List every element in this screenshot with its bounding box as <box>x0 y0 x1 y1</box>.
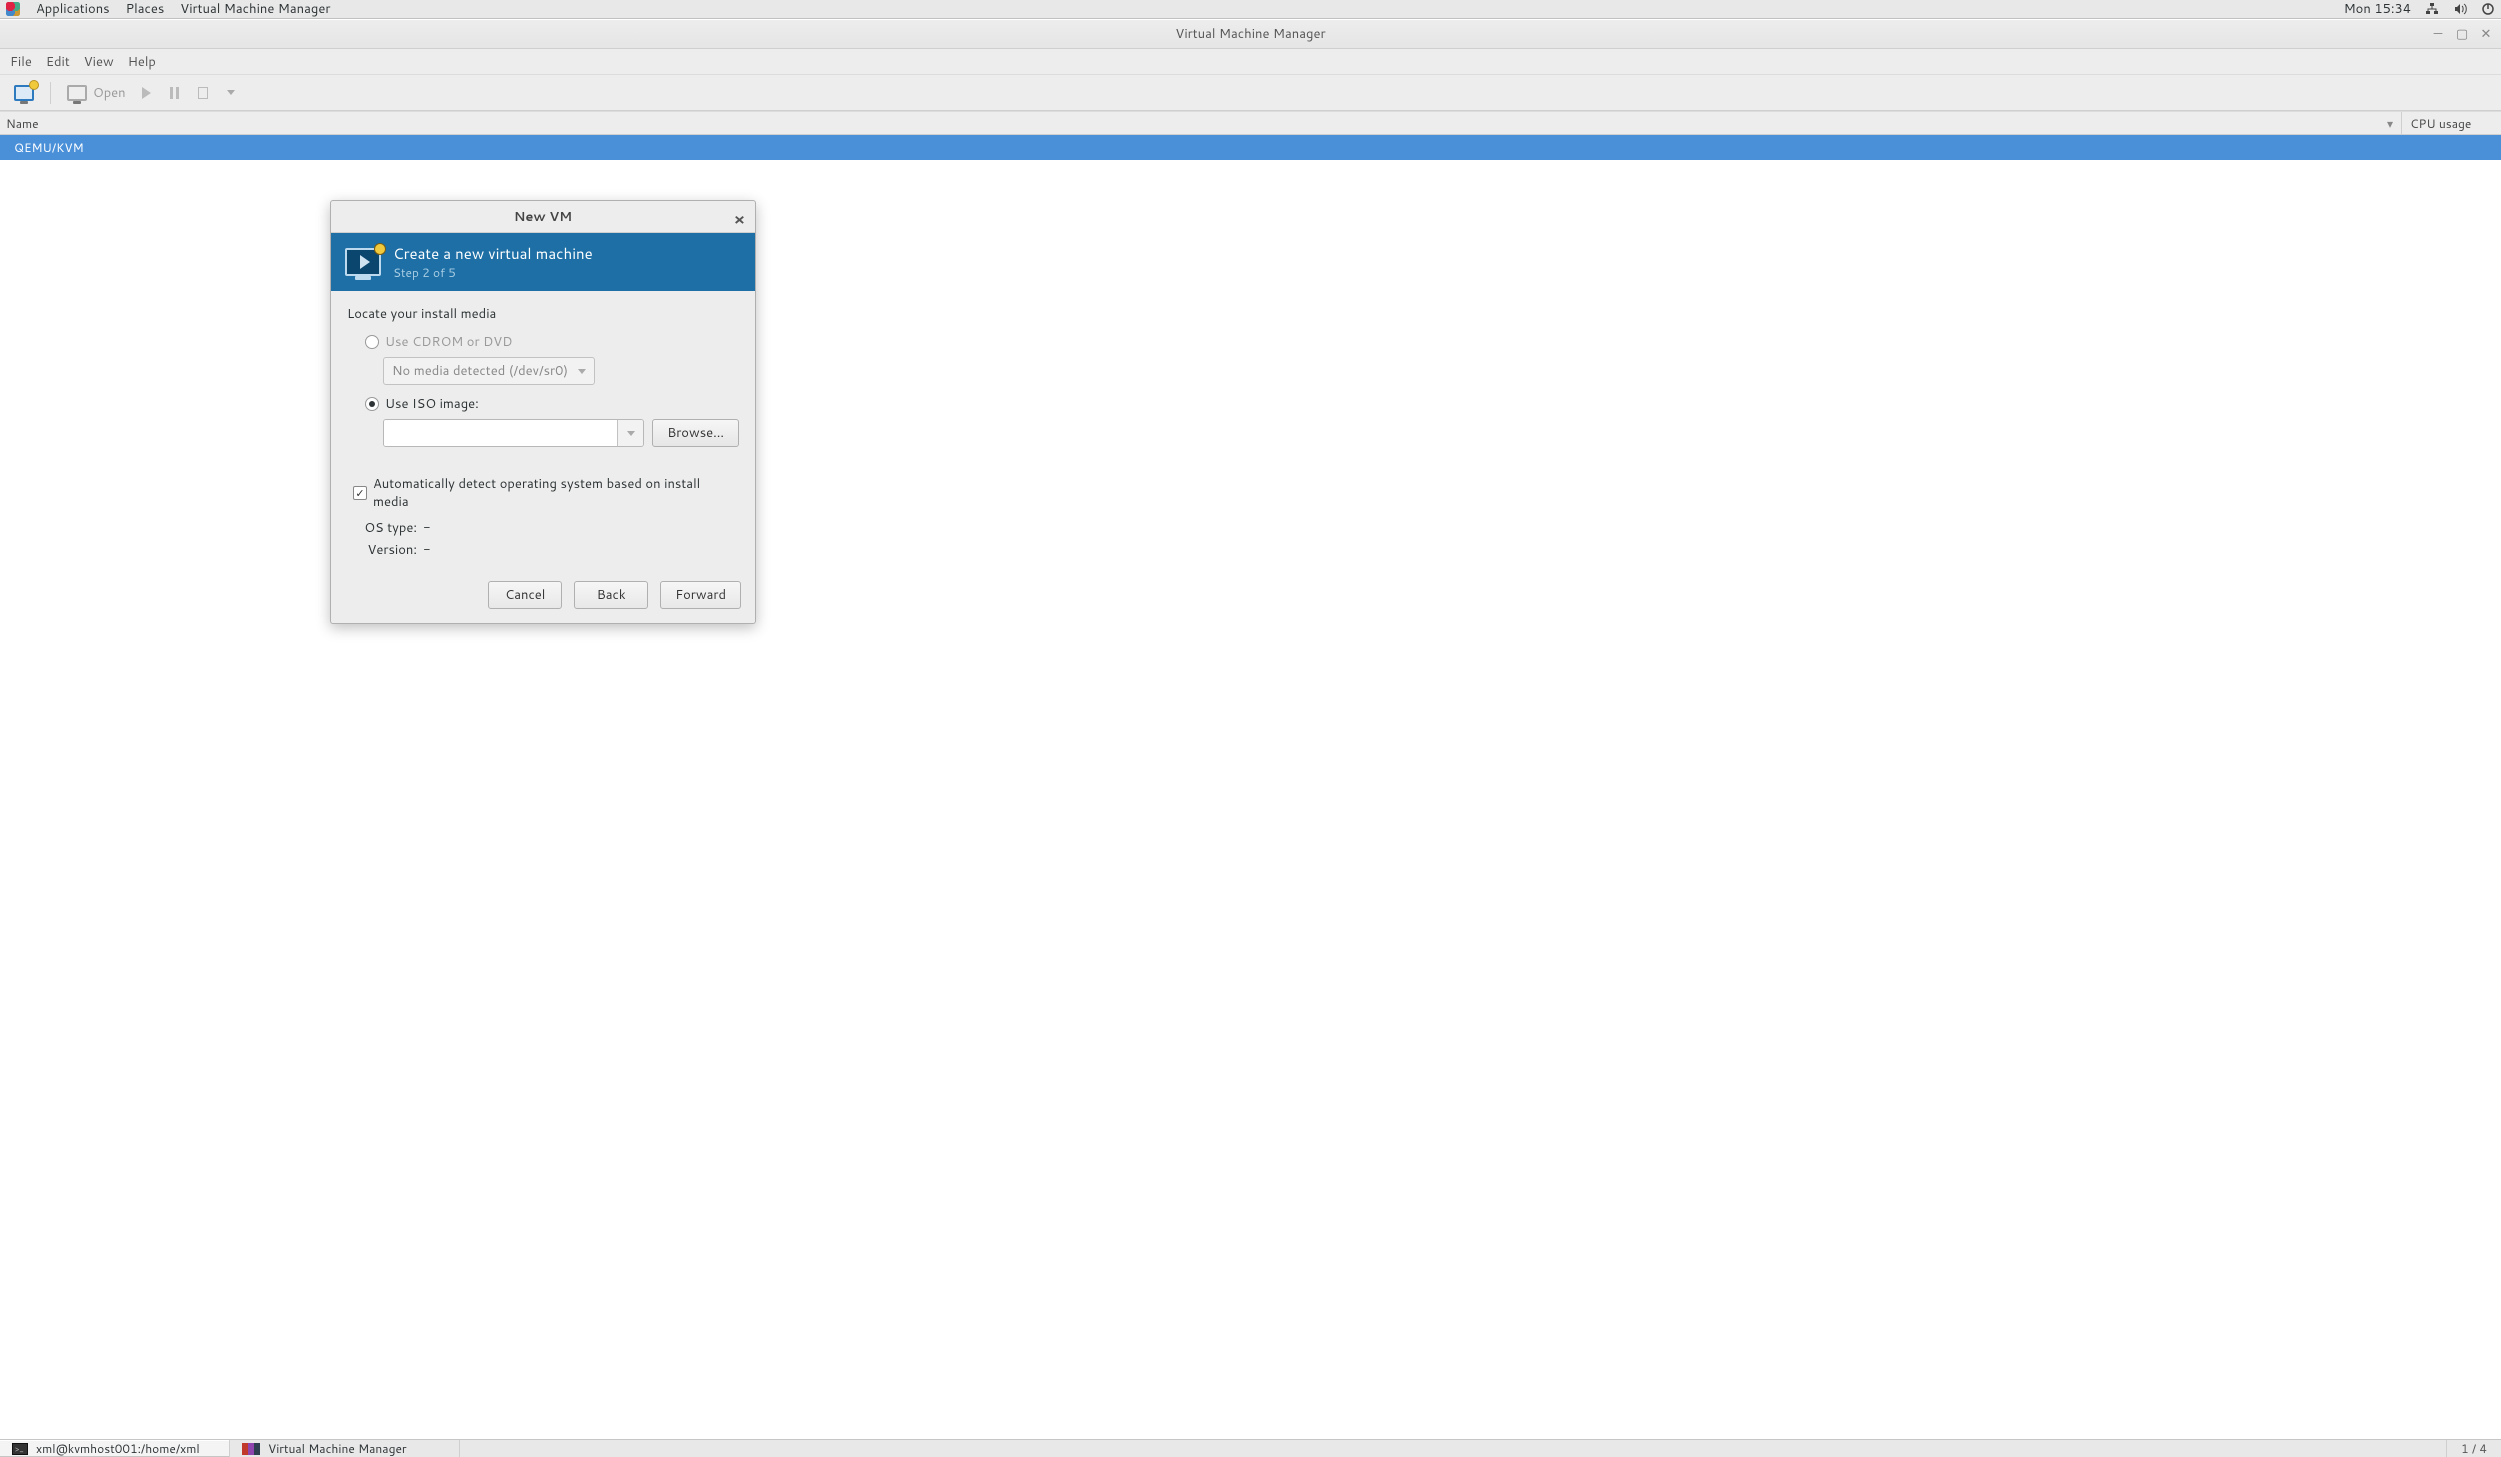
autodetect-checkbox-row[interactable]: Automatically detect operating system ba… <box>353 475 739 511</box>
menu-file[interactable]: File <box>10 53 32 71</box>
task-vmm[interactable]: Virtual Machine Manager <box>230 1440 460 1457</box>
radio-iso-label: Use ISO image: <box>385 395 479 413</box>
run-button[interactable] <box>136 81 158 105</box>
window-close-icon[interactable]: ✕ <box>2479 27 2493 41</box>
taskbar: xml@kvmhost001:/home/xml Virtual Machine… <box>0 1439 2501 1457</box>
back-label: Back <box>597 586 626 604</box>
connection-label: QEMU/KVM <box>14 139 84 156</box>
power-icon[interactable] <box>2481 2 2495 16</box>
workspace-indicator[interactable]: 1 / 4 <box>2446 1440 2501 1457</box>
version-label: Version: <box>361 541 417 559</box>
menu-view[interactable]: View <box>84 53 114 71</box>
os-type-label: OS type: <box>361 519 417 537</box>
stop-icon <box>198 87 208 99</box>
vm-list-empty-area: New VM × Create a new virtual machine St… <box>0 160 2501 1439</box>
sort-icon: ▾ <box>2387 115 2393 132</box>
dialog-title: New VM <box>514 208 572 226</box>
vm-list-header: Name ▾ CPU usage <box>0 111 2501 135</box>
back-button[interactable]: Back <box>574 581 648 609</box>
browse-label: Browse... <box>667 424 724 442</box>
chevron-down-icon <box>578 369 586 374</box>
cdrom-device-combo[interactable]: No media detected (/dev/sr0) <box>383 357 595 385</box>
open-vm-button[interactable]: Open <box>63 81 130 105</box>
gnome-topbar: Applications Places Virtual Machine Mana… <box>0 0 2501 19</box>
radio-iso[interactable]: Use ISO image: <box>365 395 739 413</box>
vmm-icon <box>242 1443 260 1455</box>
vmm-titlebar: Virtual Machine Manager — ▢ ✕ <box>0 19 2501 49</box>
open-label: Open <box>93 84 126 102</box>
chevron-down-icon <box>627 431 635 436</box>
os-type-value: - <box>423 519 431 537</box>
chevron-down-icon <box>227 90 235 95</box>
dialog-close-button[interactable]: × <box>734 208 745 231</box>
vmm-window: Virtual Machine Manager — ▢ ✕ File Edit … <box>0 19 2501 1439</box>
shutdown-menu-button[interactable] <box>220 81 242 105</box>
clock[interactable]: Mon 15:34 <box>2344 0 2411 18</box>
os-info: OS type: - Version: - <box>361 519 739 559</box>
cdrom-device-value: No media detected (/dev/sr0) <box>392 362 568 380</box>
column-name[interactable]: Name ▾ <box>0 112 2401 134</box>
checkbox-checked-icon <box>353 486 367 500</box>
iso-path-input[interactable] <box>384 420 617 446</box>
task-terminal-label: xml@kvmhost001:/home/xml <box>36 1440 200 1457</box>
task-terminal[interactable]: xml@kvmhost001:/home/xml <box>0 1440 230 1457</box>
connection-row[interactable]: QEMU/KVM <box>0 135 2501 160</box>
radio-cdrom[interactable]: Use CDROM or DVD <box>365 333 739 351</box>
terminal-icon <box>12 1443 28 1455</box>
forward-button[interactable]: Forward <box>660 581 741 609</box>
dialog-titlebar: New VM × <box>331 201 755 233</box>
radio-icon <box>365 335 379 349</box>
dialog-header: Create a new virtual machine Step 2 of 5 <box>331 233 755 291</box>
menu-edit[interactable]: Edit <box>46 53 70 71</box>
window-maximize-icon[interactable]: ▢ <box>2455 27 2469 41</box>
dialog-body: Locate your install media Use CDROM or D… <box>331 291 755 581</box>
workspace-label: 1 / 4 <box>2461 1440 2487 1457</box>
vmm-menubar: File Edit View Help <box>0 49 2501 75</box>
column-name-label: Name <box>6 115 39 132</box>
toolbar-divider <box>50 82 51 104</box>
new-vm-dialog: New VM × Create a new virtual machine St… <box>330 200 756 624</box>
monitor-icon <box>67 85 87 101</box>
section-title: Locate your install media <box>347 305 739 323</box>
autodetect-label: Automatically detect operating system ba… <box>373 475 739 511</box>
task-vmm-label: Virtual Machine Manager <box>268 1440 407 1457</box>
column-cpu[interactable]: CPU usage <box>2401 112 2501 134</box>
play-icon <box>142 87 151 99</box>
menu-active-app[interactable]: Virtual Machine Manager <box>180 0 330 18</box>
dialog-button-row: Cancel Back Forward <box>331 581 755 623</box>
window-minimize-icon[interactable]: — <box>2431 27 2445 41</box>
dialog-header-title: Create a new virtual machine <box>393 243 593 264</box>
network-icon[interactable] <box>2425 2 2439 16</box>
vmm-toolbar: Open <box>0 75 2501 111</box>
column-cpu-label: CPU usage <box>2410 115 2471 132</box>
dialog-step-label: Step 2 of 5 <box>393 264 593 281</box>
pause-button[interactable] <box>164 81 186 105</box>
iso-history-button[interactable] <box>617 420 643 446</box>
vmm-title: Virtual Machine Manager <box>1175 25 1325 43</box>
pause-icon <box>170 87 179 99</box>
shutdown-button[interactable] <box>192 81 214 105</box>
cancel-button[interactable]: Cancel <box>488 581 562 609</box>
wizard-icon <box>345 248 381 276</box>
menu-help[interactable]: Help <box>128 53 156 71</box>
version-value: - <box>423 541 431 559</box>
volume-icon[interactable] <box>2453 2 2467 16</box>
cancel-label: Cancel <box>505 586 545 604</box>
iso-path-combo <box>383 419 644 447</box>
monitor-new-icon <box>14 85 34 101</box>
activities-icon[interactable] <box>6 2 20 16</box>
menu-applications[interactable]: Applications <box>36 0 110 18</box>
forward-label: Forward <box>675 586 726 604</box>
new-vm-button[interactable] <box>10 81 38 105</box>
radio-cdrom-label: Use CDROM or DVD <box>385 333 512 351</box>
menu-places[interactable]: Places <box>126 0 165 18</box>
browse-button[interactable]: Browse... <box>652 419 739 447</box>
vm-list-body: QEMU/KVM New VM × Create a new virtual m… <box>0 135 2501 1439</box>
radio-selected-icon <box>365 397 379 411</box>
